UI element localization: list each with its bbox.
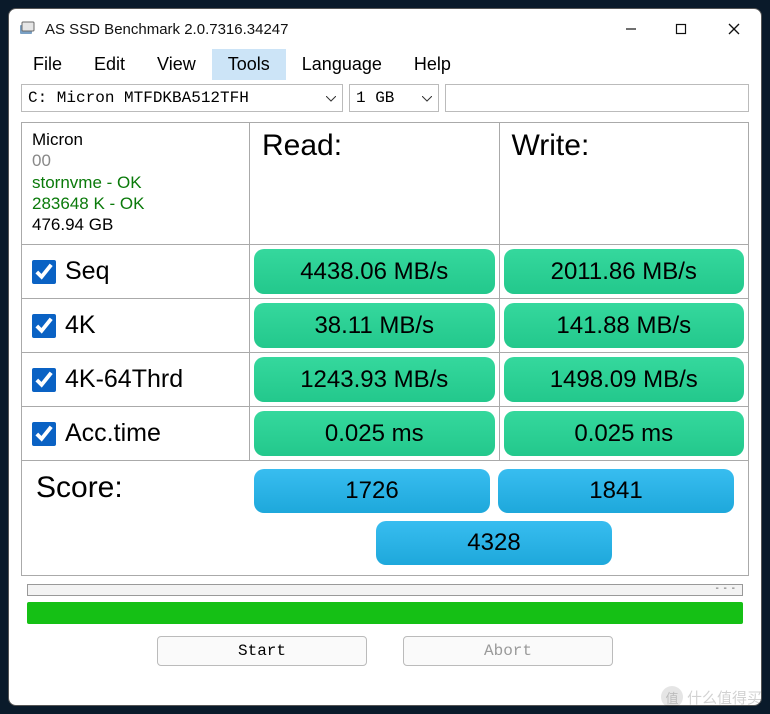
score-write: 1841: [498, 469, 734, 513]
size-select-value: 1 GB: [356, 89, 394, 107]
row-4k-checkbox[interactable]: [32, 314, 56, 338]
chevron-down-icon: [326, 89, 336, 107]
menu-language[interactable]: Language: [286, 49, 398, 80]
row-acc-label-cell: Acc.time: [22, 407, 250, 460]
row-4k: 4K 38.11 MB/s 141.88 MB/s: [22, 299, 748, 353]
row-acc-checkbox[interactable]: [32, 422, 56, 446]
row-seq: Seq 4438.06 MB/s 2011.86 MB/s: [22, 245, 748, 299]
score-read: 1726: [254, 469, 490, 513]
write-header: Write:: [500, 123, 749, 244]
chevron-down-icon: [422, 89, 432, 107]
seq-read-value: 4438.06 MB/s: [254, 249, 495, 294]
drive-vendor: Micron: [32, 129, 239, 150]
row-seq-label: Seq: [65, 257, 109, 286]
maximize-button[interactable]: [656, 9, 706, 49]
acc-read-value: 0.025 ms: [254, 411, 495, 456]
read-header: Read:: [250, 123, 500, 244]
fourk-write-value: 141.88 MB/s: [504, 303, 745, 348]
app-window: AS SSD Benchmark 2.0.7316.34247 File Edi…: [8, 8, 762, 706]
benchmark-panel: Micron 00 stornvme - OK 283648 K - OK 47…: [21, 122, 749, 576]
row-4k64-label-cell: 4K-64Thrd: [22, 353, 250, 406]
progress-track: - - -: [27, 584, 743, 596]
menu-file[interactable]: File: [17, 49, 78, 80]
abort-button[interactable]: Abort: [403, 636, 613, 666]
drive-align: 283648 K - OK: [32, 193, 239, 214]
titlebar: AS SSD Benchmark 2.0.7316.34247: [9, 9, 761, 49]
progress-area: - - -: [9, 580, 761, 626]
menu-edit[interactable]: Edit: [78, 49, 141, 80]
benchmark-header: Micron 00 stornvme - OK 283648 K - OK 47…: [22, 123, 748, 245]
window-title: AS SSD Benchmark 2.0.7316.34247: [45, 21, 606, 38]
drive-select-value: C: Micron MTFDKBA512TFH: [28, 89, 249, 107]
row-acc: Acc.time 0.025 ms 0.025 ms: [22, 407, 748, 461]
menu-help[interactable]: Help: [398, 49, 467, 80]
progress-dashes: - - -: [715, 583, 736, 594]
score-total: 4328: [376, 521, 612, 565]
filter-input[interactable]: [445, 84, 749, 112]
menu-tools[interactable]: Tools: [212, 49, 286, 80]
button-row: Start Abort: [9, 626, 761, 680]
row-4k-label: 4K: [65, 311, 96, 340]
row-seq-checkbox[interactable]: [32, 260, 56, 284]
fourk64-write-value: 1498.09 MB/s: [504, 357, 745, 402]
score-label: Score:: [28, 467, 250, 509]
seq-write-value: 2011.86 MB/s: [504, 249, 745, 294]
row-4k64-checkbox[interactable]: [32, 368, 56, 392]
fourk-read-value: 38.11 MB/s: [254, 303, 495, 348]
row-4k64: 4K-64Thrd 1243.93 MB/s 1498.09 MB/s: [22, 353, 748, 407]
close-button[interactable]: [706, 9, 761, 49]
app-icon: [19, 20, 37, 38]
progress-bar-full: [27, 602, 743, 624]
row-seq-label-cell: Seq: [22, 245, 250, 298]
start-button[interactable]: Start: [157, 636, 367, 666]
selector-row: C: Micron MTFDKBA512TFH 1 GB: [9, 80, 761, 118]
menubar: File Edit View Tools Language Help: [9, 49, 761, 80]
row-acc-label: Acc.time: [65, 419, 161, 448]
drive-info: Micron 00 stornvme - OK 283648 K - OK 47…: [22, 123, 250, 244]
row-4k64-label: 4K-64Thrd: [65, 365, 183, 394]
drive-serial: 00: [32, 150, 239, 171]
row-4k-label-cell: 4K: [22, 299, 250, 352]
drive-select[interactable]: C: Micron MTFDKBA512TFH: [21, 84, 343, 112]
drive-capacity: 476.94 GB: [32, 214, 239, 235]
drive-driver: stornvme - OK: [32, 172, 239, 193]
score-block: Score: 1726 1841 4328: [22, 461, 748, 575]
size-select[interactable]: 1 GB: [349, 84, 439, 112]
menu-view[interactable]: View: [141, 49, 212, 80]
fourk64-read-value: 1243.93 MB/s: [254, 357, 495, 402]
minimize-button[interactable]: [606, 9, 656, 49]
acc-write-value: 0.025 ms: [504, 411, 745, 456]
